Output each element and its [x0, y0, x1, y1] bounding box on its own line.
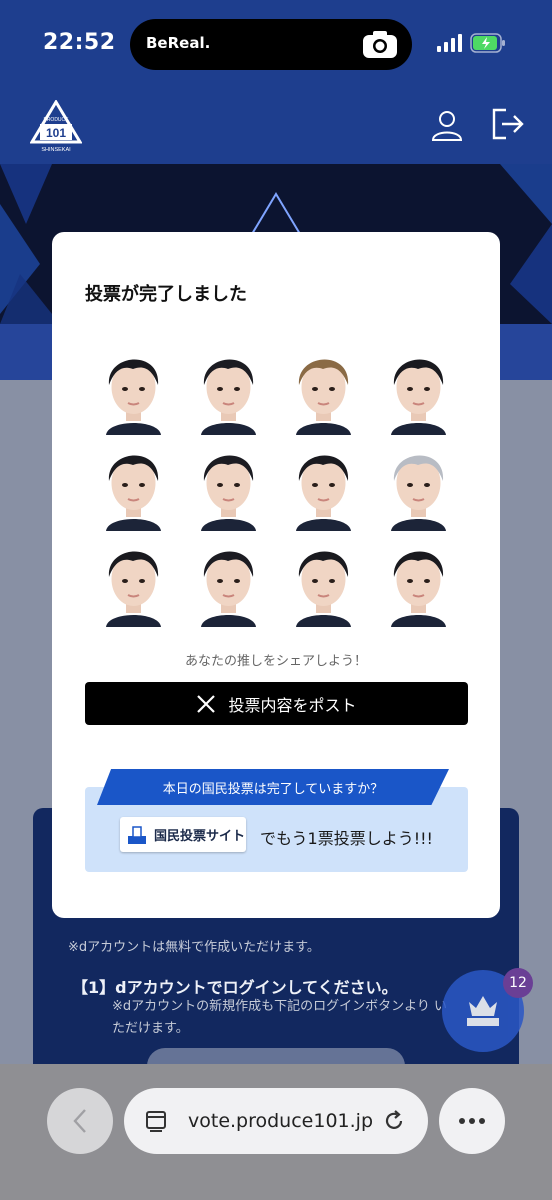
url-text: vote.produce101.jp: [188, 1110, 374, 1132]
address-bar[interactable]: vote.produce101.jp: [124, 1088, 428, 1154]
logout-icon[interactable]: [490, 106, 526, 142]
trainee-portrait: [276, 531, 371, 627]
island-app-name: BeReal.: [146, 34, 211, 52]
status-bar: 22:52 BeReal.: [0, 0, 552, 86]
post-to-x-button[interactable]: 投票内容をポスト: [85, 682, 468, 725]
modal-title: 投票が完了しました: [85, 284, 247, 305]
trainee-portrait: [181, 339, 276, 435]
selected-trainees-grid: [86, 339, 466, 631]
crown-ballot-icon: [467, 996, 499, 1026]
notification-badge: 12: [503, 968, 533, 998]
trainee-portrait: [86, 435, 181, 531]
x-logo-icon: [197, 694, 216, 713]
trainee-portrait: [276, 435, 371, 531]
svg-text:SHINSEKAI: SHINSEKAI: [41, 147, 71, 153]
vote-cta-text: でもう1票投票しよう!!!: [260, 829, 433, 848]
trainee-portrait: [181, 435, 276, 531]
trainee-portrait: [276, 339, 371, 435]
user-icon[interactable]: [430, 108, 464, 142]
camera-icon: [363, 31, 397, 58]
trainee-portrait: [181, 531, 276, 627]
site-header: 101 PRODUCE SHINSEKAI: [0, 86, 552, 164]
ballot-box-icon: [128, 825, 146, 844]
trainee-portrait: [86, 339, 181, 435]
dynamic-island[interactable]: BeReal.: [130, 19, 412, 70]
trainee-portrait: [371, 435, 466, 531]
vote-banner: 本日の国民投票は完了していますか？: [97, 769, 449, 805]
svg-text:PRODUCE: PRODUCE: [43, 117, 69, 123]
login-step-note: ※dアカウントの新規作成も下記のログインボタンより いただけます。: [112, 999, 448, 1036]
account-note: ※dアカウントは無料で作成いただけます。: [68, 940, 320, 955]
reload-icon[interactable]: [382, 1109, 406, 1133]
signal-icon: [437, 34, 462, 52]
vote-complete-modal: 投票が完了しました あなたの推しをシェアしよう！ 投票内容をポスト 本日の国民投…: [52, 232, 500, 918]
post-button-label: 投票内容をポスト: [228, 695, 357, 715]
back-button[interactable]: [47, 1088, 113, 1154]
page-menu-icon[interactable]: [144, 1109, 168, 1133]
svg-text:101: 101: [46, 126, 66, 140]
login-step: 【1】dアカウントでログインしてください。: [72, 978, 398, 997]
chevron-left-icon: [73, 1109, 86, 1133]
share-prompt: あなたの推しをシェアしよう！: [184, 654, 367, 669]
vote-banner-text: 本日の国民投票は完了していますか？: [162, 781, 384, 797]
vote-site-label: 国民投票サイト: [154, 829, 246, 844]
more-options-button[interactable]: [439, 1088, 505, 1154]
trainee-portrait: [86, 531, 181, 627]
ellipsis-icon: [459, 1118, 485, 1124]
status-time: 22:52: [43, 30, 116, 55]
trainee-portrait: [371, 339, 466, 435]
battery-charging-icon: [470, 33, 505, 53]
national-vote-site-button[interactable]: 国民投票サイト: [120, 817, 246, 852]
produce101-logo[interactable]: 101 PRODUCE SHINSEKAI: [30, 100, 82, 156]
trainee-portrait: [371, 531, 466, 627]
